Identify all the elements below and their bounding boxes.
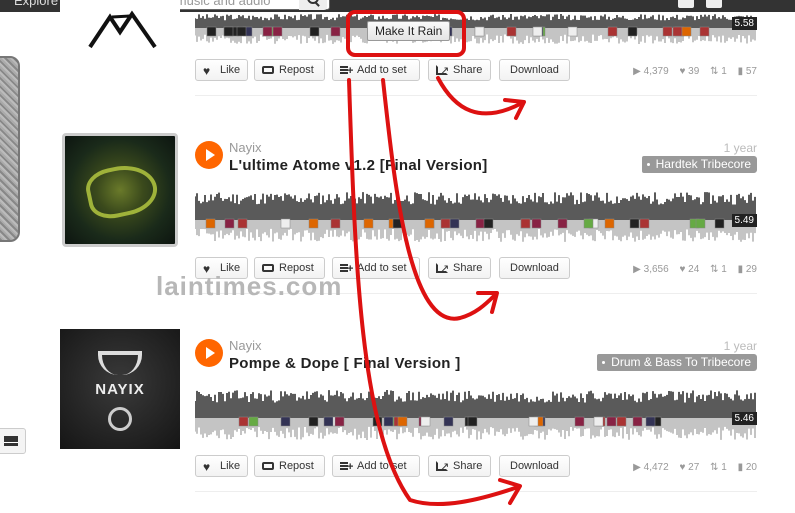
artwork-logo-text: NAYIX <box>95 381 145 398</box>
notifications-icon[interactable] <box>706 0 722 8</box>
share-label: Share <box>453 64 483 76</box>
add-to-set-label: Add to set <box>357 460 407 472</box>
like-button[interactable]: Like <box>195 59 248 81</box>
ring-icon <box>108 407 132 431</box>
repost-icon <box>262 462 274 470</box>
divider <box>195 95 757 96</box>
download-button[interactable]: Download <box>499 455 570 477</box>
share-icon <box>436 61 449 81</box>
plays-count: ▶ 4,472 <box>633 462 669 473</box>
arrowhead-2 <box>476 291 499 314</box>
track-stats: ▶ 4,472 ♥ 27 ⇅ 1 ▮ 20 <box>625 462 757 473</box>
likes-count[interactable]: ♥ 27 <box>679 462 699 473</box>
reposts-count[interactable]: ⇅ 1 <box>710 264 727 275</box>
plays-count: ▶ 4,379 <box>633 66 669 77</box>
annotation-highlight-box <box>346 10 466 57</box>
add-to-set-button[interactable]: Add to set <box>332 455 420 477</box>
download-button[interactable]: Download <box>499 257 570 279</box>
add-to-set-label: Add to set <box>357 262 407 274</box>
add-to-set-icon <box>340 61 353 81</box>
explore-link[interactable]: Explore <box>14 0 58 8</box>
download-label: Download <box>510 460 559 472</box>
comments-count[interactable]: ▮ 57 <box>738 66 757 77</box>
plays-count: ▶ 3,656 <box>633 264 669 275</box>
repost-button[interactable]: Repost <box>254 59 325 81</box>
crown-icon <box>98 351 142 375</box>
waveform-graphic <box>195 192 756 242</box>
waveform[interactable]: 5.58 <box>195 12 757 46</box>
add-to-set-button[interactable]: Add to set <box>332 59 420 81</box>
track-stats: ▶ 4,379 ♥ 39 ⇅ 1 ▮ 57 <box>625 66 757 77</box>
share-label: Share <box>453 460 483 472</box>
track-age: 1 year <box>723 339 757 353</box>
repost-button[interactable]: Repost <box>254 455 325 477</box>
heart-icon <box>203 457 215 477</box>
track-title[interactable]: Pompe & Dope [ Final Version ] <box>229 355 461 372</box>
search-icon[interactable] <box>299 0 327 10</box>
track-age: 1 year <box>723 141 757 155</box>
waveform-graphic <box>195 390 756 440</box>
track-user[interactable]: Nayix <box>229 338 262 353</box>
messages-icon[interactable] <box>678 0 694 8</box>
add-to-set-icon <box>340 457 353 477</box>
comments-count[interactable]: ▮ 29 <box>738 264 757 275</box>
share-icon <box>436 457 449 477</box>
track-duration: 5.49 <box>731 214 757 227</box>
track-artwork[interactable] <box>60 0 180 52</box>
track-duration: 5.46 <box>731 412 757 425</box>
add-to-set-button[interactable]: Add to set <box>332 257 420 279</box>
share-button[interactable]: Share <box>428 257 491 279</box>
waveform[interactable]: 5.46 <box>195 384 757 442</box>
repost-label: Repost <box>279 64 314 76</box>
download-label: Download <box>510 64 559 76</box>
waveform-graphic <box>195 14 756 44</box>
genre-tag[interactable]: Drum & Bass To Tribecore <box>597 354 757 371</box>
download-label: Download <box>510 262 559 274</box>
watermark-text: laintimes.com <box>156 271 343 301</box>
reposts-count[interactable]: ⇅ 1 <box>710 66 727 77</box>
comments-count[interactable]: ▮ 20 <box>738 462 757 473</box>
genre-tag[interactable]: Hardtek Tribecore <box>641 156 757 173</box>
repost-label: Repost <box>279 460 314 472</box>
arrowhead-1 <box>503 98 526 120</box>
heart-icon <box>203 61 215 81</box>
track-artwork[interactable]: NAYIX <box>60 329 180 449</box>
track-duration: 5.58 <box>731 17 757 30</box>
play-button[interactable] <box>195 141 223 169</box>
reposts-count[interactable]: ⇅ 1 <box>710 462 727 473</box>
like-label: Like <box>220 64 241 76</box>
track-user[interactable]: Nayix <box>229 140 262 155</box>
share-label: Share <box>453 262 483 274</box>
share-button[interactable]: Share <box>428 455 491 477</box>
repost-icon <box>262 66 274 74</box>
waveform[interactable]: 5.49 <box>195 186 757 244</box>
artwork-logo-icon <box>82 159 162 223</box>
track-title[interactable]: L'ultime Atome v1.2 [Final Version] <box>229 157 488 174</box>
share-button[interactable]: Share <box>428 59 491 81</box>
figure-artwork-icon <box>88 10 157 49</box>
track-stats: ▶ 3,656 ♥ 24 ⇅ 1 ▮ 29 <box>625 264 757 275</box>
share-icon <box>436 259 449 279</box>
play-button[interactable] <box>195 339 223 367</box>
mail-icon[interactable] <box>0 428 26 454</box>
likes-count[interactable]: ♥ 24 <box>679 264 699 275</box>
like-label: Like <box>220 460 241 472</box>
add-to-set-label: Add to set <box>357 64 407 76</box>
download-button[interactable]: Download <box>499 59 570 81</box>
like-button[interactable]: Like <box>195 455 248 477</box>
divider <box>195 491 757 492</box>
track-artwork[interactable] <box>62 133 178 247</box>
profile-artwork-partial <box>0 56 20 242</box>
likes-count[interactable]: ♥ 39 <box>679 66 699 77</box>
page: Explore Find artists, music and audio 5.… <box>0 0 795 513</box>
